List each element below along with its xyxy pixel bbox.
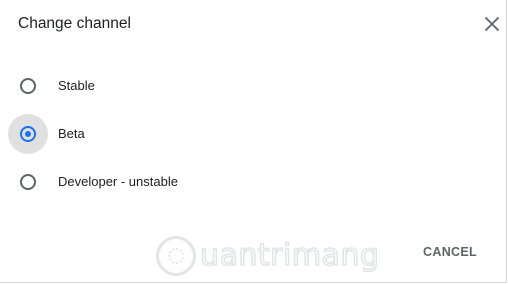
quantrimang-logo-icon — [156, 236, 196, 276]
change-channel-dialog: Change channel Stable Beta Developer - u… — [0, 0, 507, 283]
close-icon — [485, 17, 499, 31]
cancel-button[interactable]: CANCEL — [418, 238, 482, 266]
watermark-text: uantrimang — [199, 237, 380, 274]
radio-button-stable[interactable] — [20, 78, 36, 94]
radio-label-developer: Developer - unstable — [58, 174, 178, 189]
radio-label-stable: Stable — [58, 78, 95, 93]
radio-option-developer[interactable]: Developer - unstable — [0, 162, 480, 202]
watermark: uantrimang — [156, 234, 380, 282]
radio-option-stable[interactable]: Stable — [0, 66, 480, 106]
radio-label-beta: Beta — [58, 126, 85, 141]
radio-button-beta[interactable] — [20, 126, 36, 142]
radio-selected-dot — [25, 131, 31, 137]
dialog-title: Change channel — [18, 15, 131, 32]
radio-option-beta[interactable]: Beta — [0, 114, 480, 154]
radio-button-developer[interactable] — [20, 174, 36, 190]
close-button[interactable] — [480, 12, 504, 36]
